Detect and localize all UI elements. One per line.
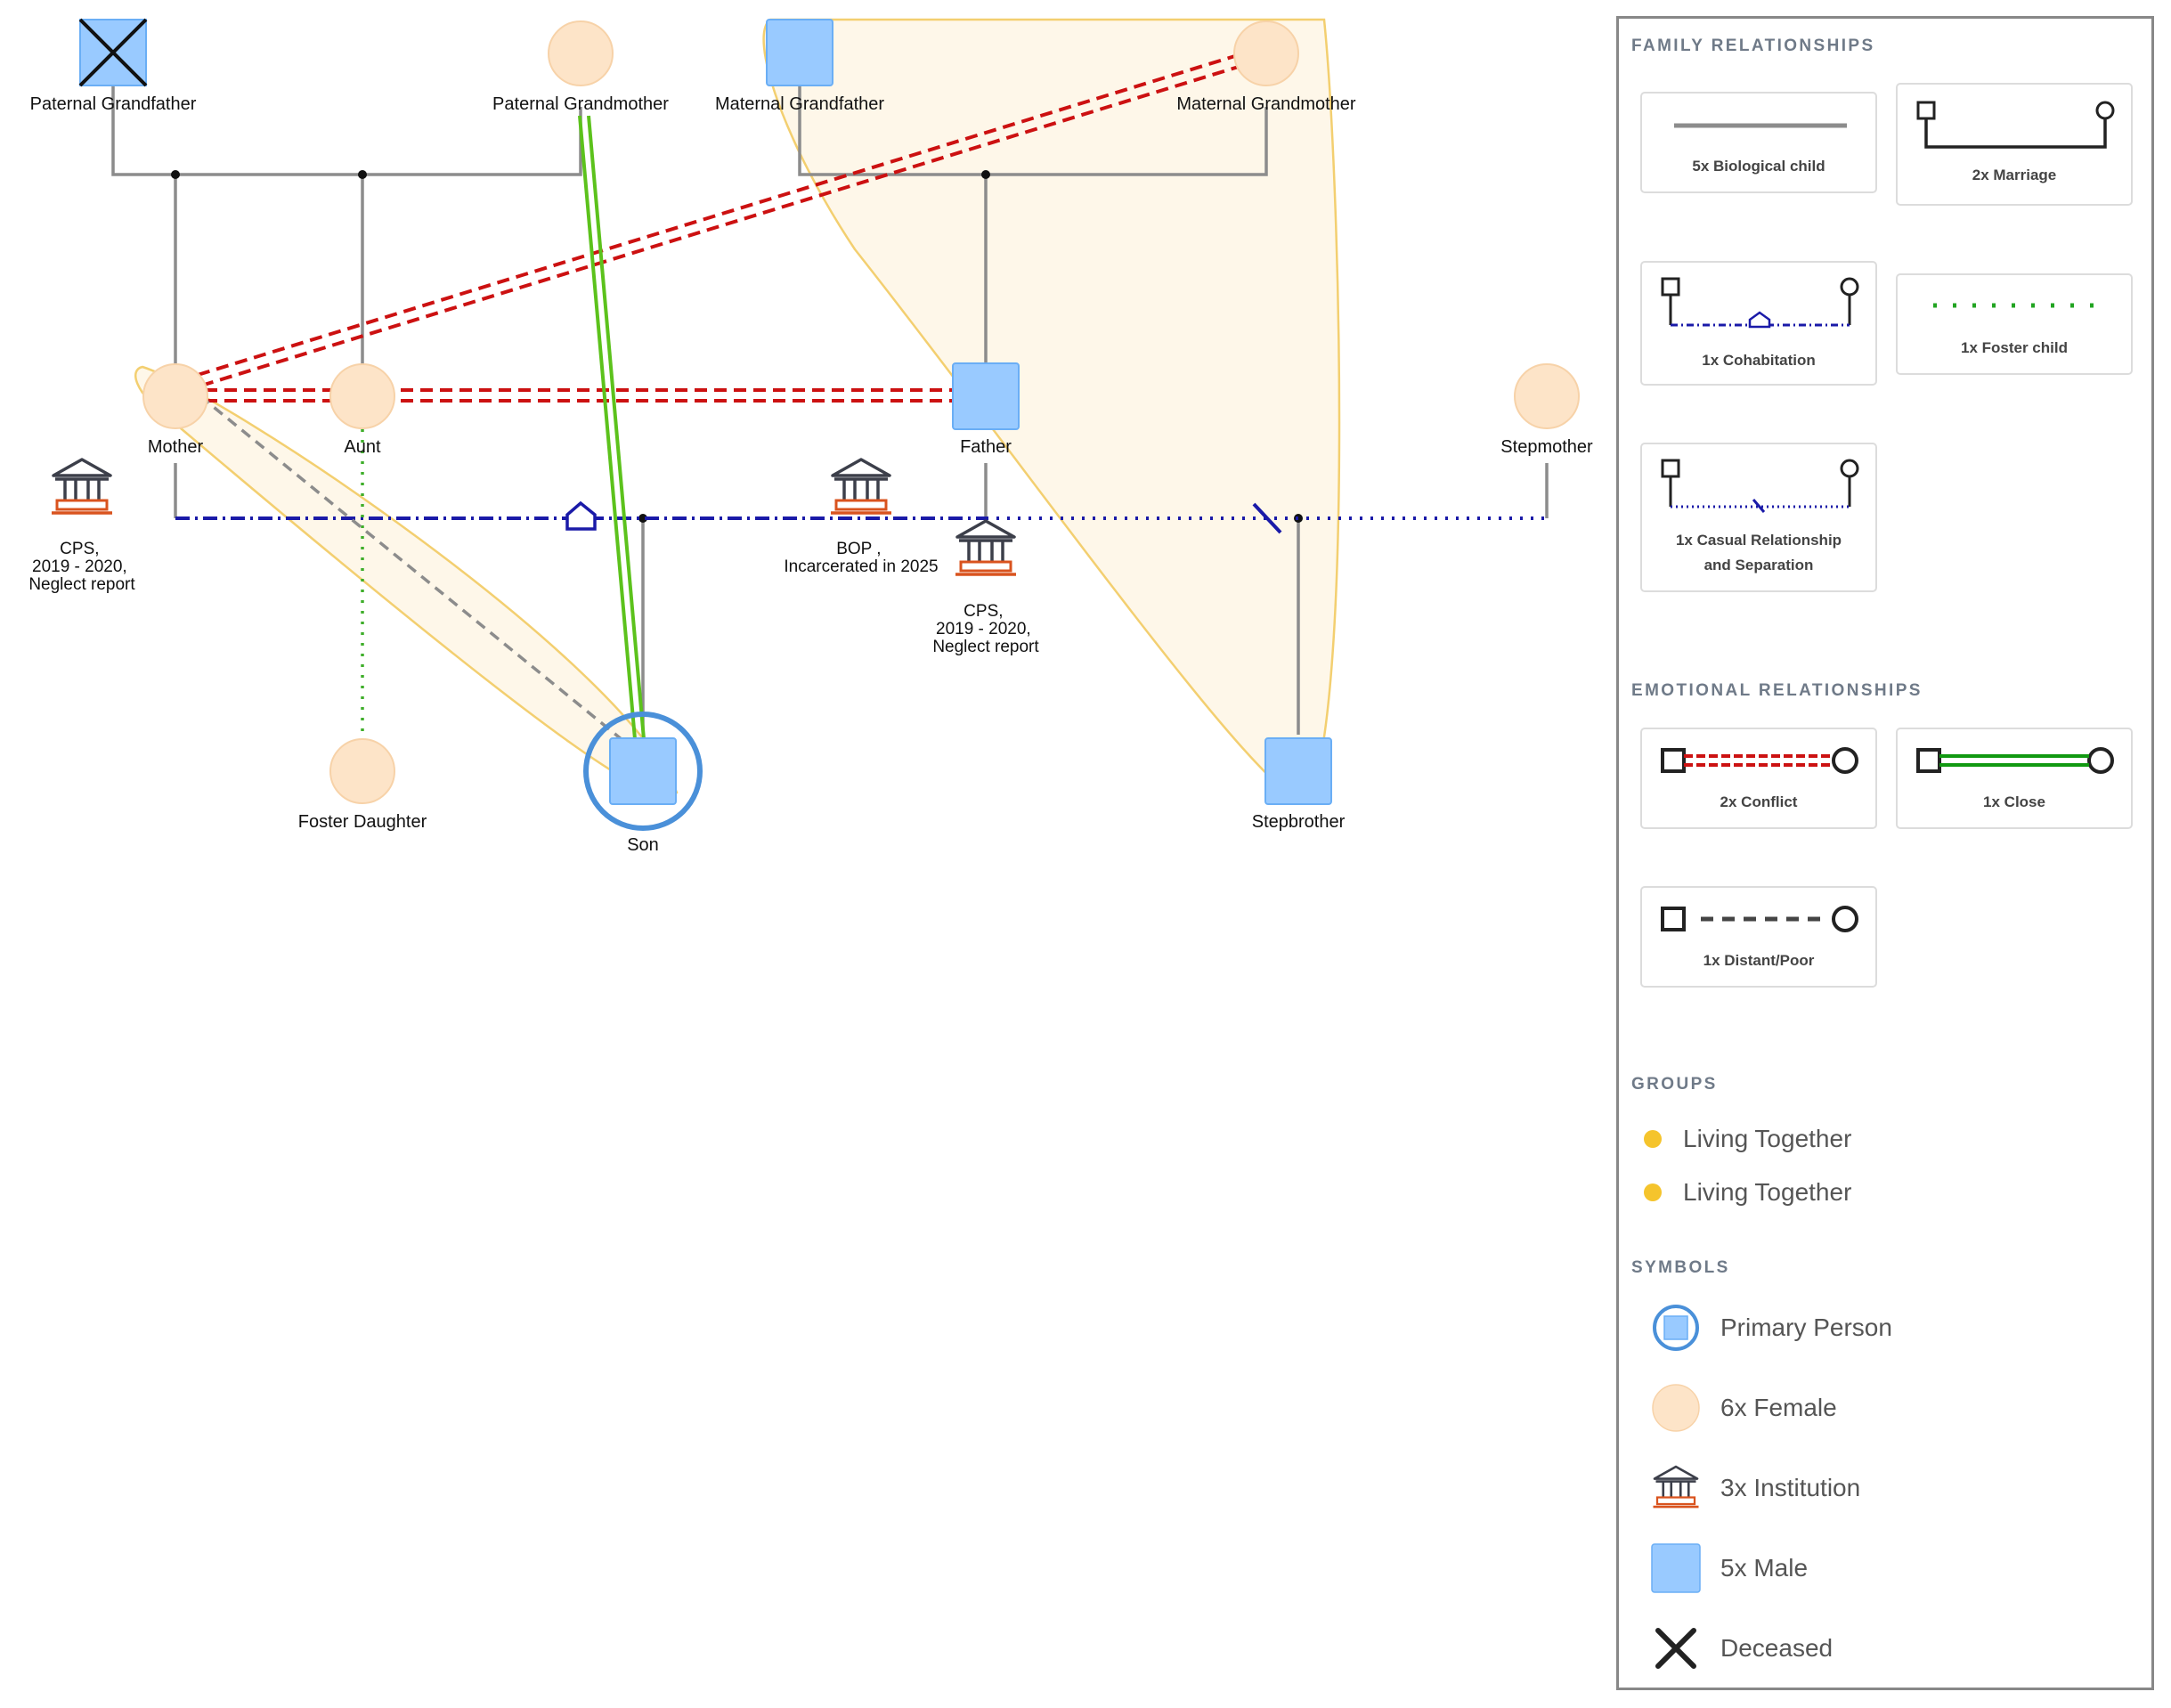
female-icon (1652, 1384, 1700, 1432)
legend-symbols-title: SYMBOLS (1631, 1258, 1730, 1277)
label-mother: Mother (148, 437, 204, 457)
legend-symbol-primary[interactable]: Primary Person (1631, 1301, 2130, 1354)
legend-groups-title: GROUPS (1631, 1075, 1718, 1094)
legend-symbol-label: 3x Institution (1720, 1474, 1861, 1501)
legend-emotional-title: EMOTIONAL RELATIONSHIPS (1631, 681, 1923, 700)
institution-icon-mother-cps[interactable] (50, 458, 114, 515)
legend-label-cohabitation: 1x Cohabitation (1702, 352, 1816, 369)
legend-card-conflict[interactable]: 2x Conflict (1640, 728, 1877, 829)
person-paternal-grandmother[interactable] (548, 20, 614, 86)
institution-label-father-bop: BOP , Incarcerated in 2025 (784, 540, 938, 576)
label-maternal-grandmother: Maternal Grandmother (1176, 94, 1356, 114)
legend-group-label: Living Together (1683, 1178, 1852, 1206)
close-line[interactable] (578, 115, 646, 740)
legend-group-item[interactable]: Living Together (1631, 1119, 2130, 1159)
legend-label-casual-line1: 1x Casual Relationship (1675, 532, 1842, 549)
legend-card-biological-child[interactable]: 5x Biological child (1640, 92, 1877, 193)
legend-symbol-institution[interactable]: 3x Institution (1631, 1461, 2130, 1515)
primary-person-icon (1653, 1305, 1699, 1351)
legend-symbol-label: 5x Male (1720, 1554, 1809, 1582)
group-living-together-2[interactable] (134, 365, 679, 797)
legend-family-title: FAMILY RELATIONSHIPS (1631, 37, 1875, 55)
legend-card-casual-separation[interactable]: 1x Casual Relationship and Separation (1640, 443, 1877, 592)
person-paternal-grandfather[interactable] (78, 18, 148, 87)
legend-group-label: Living Together (1683, 1125, 1852, 1152)
male-icon (1651, 1543, 1701, 1593)
label-father: Father (960, 437, 1012, 457)
label-paternal-grandfather: Paternal Grandfather (30, 94, 197, 114)
person-maternal-grandfather[interactable] (766, 19, 833, 86)
label-maternal-grandfather: Maternal Grandfather (715, 94, 884, 114)
legend-label-casual-line2: and Separation (1703, 557, 1814, 573)
group-dot-icon (1644, 1183, 1662, 1201)
label-paternal-grandmother: Paternal Grandmother (492, 94, 669, 114)
legend-card-distant[interactable]: 1x Distant/Poor (1640, 886, 1877, 988)
group-dot-icon (1644, 1130, 1662, 1148)
legend-symbol-female[interactable]: 6x Female (1631, 1381, 2130, 1435)
person-father[interactable] (952, 362, 1020, 430)
label-aunt: Aunt (344, 437, 381, 457)
legend-label-marriage: 2x Marriage (1972, 167, 2057, 183)
label-stepmother: Stepmother (1500, 437, 1593, 457)
legend-label-distant: 1x Distant/Poor (1703, 952, 1815, 969)
person-mother[interactable] (142, 363, 208, 429)
legend-symbol-label: Primary Person (1720, 1314, 1892, 1341)
label-son: Son (627, 835, 659, 855)
person-stepbrother[interactable] (1264, 737, 1332, 805)
label-foster-daughter: Foster Daughter (298, 812, 427, 832)
legend-card-cohabitation[interactable]: 1x Cohabitation (1640, 261, 1877, 386)
legend-label-conflict: 2x Conflict (1720, 793, 1798, 810)
person-stepmother[interactable] (1514, 363, 1580, 429)
institution-icon-father-bop[interactable] (829, 458, 893, 515)
legend-label-close: 1x Close (1983, 793, 2045, 810)
person-aunt[interactable] (329, 363, 395, 429)
legend-symbol-deceased[interactable]: Deceased (1631, 1622, 2130, 1675)
legend-card-marriage[interactable]: 2x Marriage (1896, 83, 2133, 206)
label-stepbrother: Stepbrother (1252, 812, 1346, 832)
institution-label-father-cps: CPS, 2019 - 2020, Neglect report (932, 602, 1039, 656)
group-living-together-1[interactable] (762, 18, 1341, 803)
legend-panel: FAMILY RELATIONSHIPS 5x Biological child… (1616, 16, 2154, 1690)
institution-icon (1652, 1465, 1700, 1509)
legend-label-casual: 1x Casual Relationship and Separation (1642, 528, 1875, 578)
legend-label-biological: 5x Biological child (1692, 158, 1825, 175)
legend-card-close[interactable]: 1x Close (1896, 728, 2133, 829)
legend-group-item[interactable]: Living Together (1631, 1173, 2130, 1212)
cohabitation-house-icon (565, 500, 597, 531)
legend-symbol-male[interactable]: 5x Male (1631, 1541, 2130, 1595)
genogram-canvas: Paternal Grandfather Paternal Grandmothe… (28, 18, 1593, 855)
person-foster-daughter[interactable] (329, 738, 395, 804)
legend-symbol-label: Deceased (1720, 1634, 1834, 1662)
legend-label-foster: 1x Foster child (1961, 339, 2068, 356)
deceased-cross-icon (1655, 1628, 1696, 1669)
legend-symbol-label: 6x Female (1720, 1394, 1837, 1421)
person-maternal-grandmother[interactable] (1233, 20, 1299, 86)
institution-label-mother-cps: CPS, 2019 - 2020, Neglect report (28, 540, 135, 594)
institution-icon-father-cps[interactable] (954, 519, 1018, 576)
legend-card-foster-child[interactable]: 1x Foster child (1896, 273, 2133, 375)
